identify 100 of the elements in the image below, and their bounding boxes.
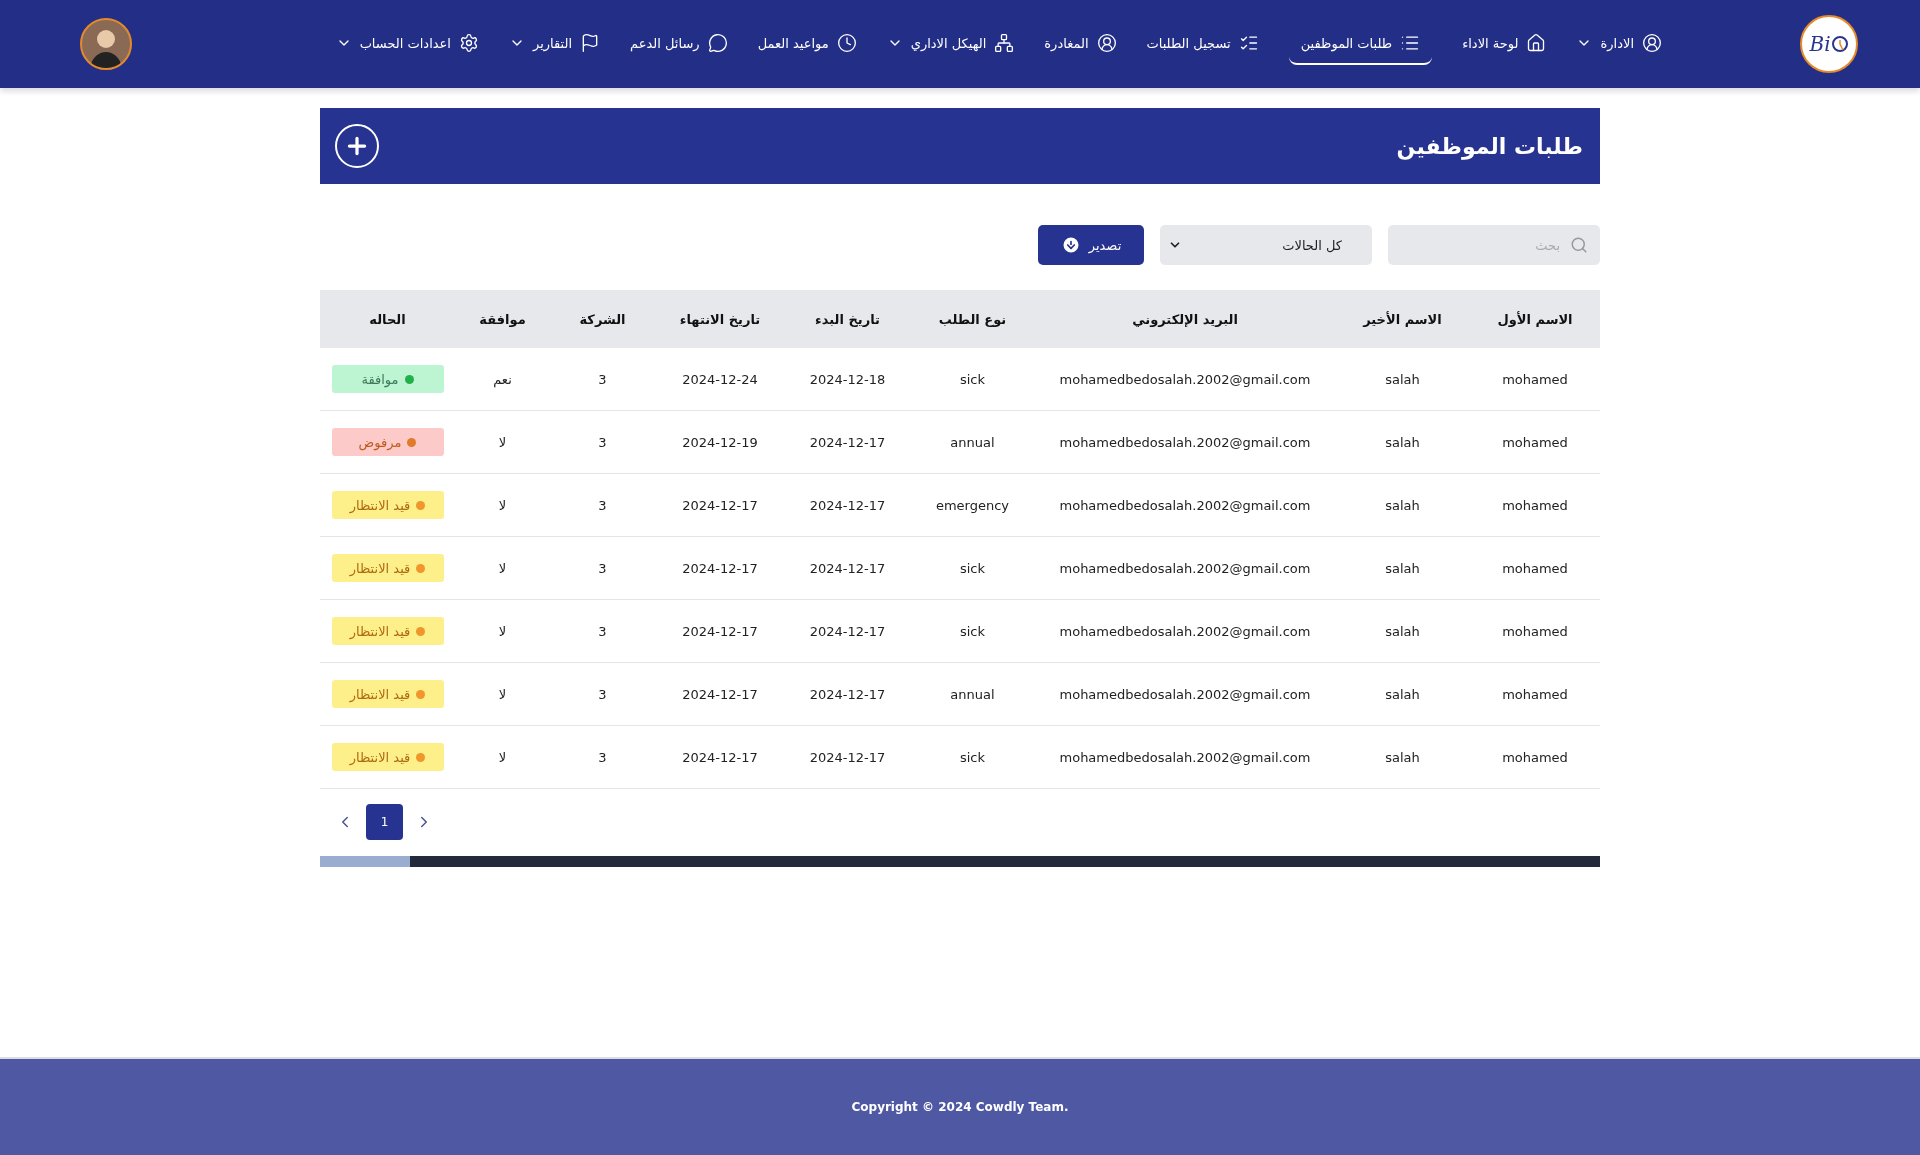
table-cell: salah bbox=[1335, 599, 1470, 663]
table-cell: mohamed bbox=[1470, 662, 1600, 726]
status-badge: مرفوض bbox=[331, 428, 444, 456]
status-badge: موافقة bbox=[331, 365, 444, 393]
table-cell: salah bbox=[1335, 536, 1470, 600]
table-cell: 2024-12-17 bbox=[655, 725, 785, 789]
table-cell: لا bbox=[455, 536, 550, 600]
clock-icon bbox=[1830, 35, 1849, 53]
table-cell: 3 bbox=[550, 410, 655, 474]
user-icon bbox=[1096, 33, 1117, 53]
status-badge: قيد الانتظار bbox=[331, 680, 444, 708]
table-cell: sick bbox=[910, 348, 1035, 411]
search-field[interactable]: بحث bbox=[1388, 225, 1600, 265]
table-cell: mohamedbedosalah.2002@gmail.com bbox=[1035, 599, 1335, 663]
table-cell: 2024-12-17 bbox=[655, 536, 785, 600]
table-cell: لا bbox=[455, 473, 550, 537]
status-badge: قيد الانتظار bbox=[331, 554, 444, 582]
table-cell: annual bbox=[910, 410, 1035, 474]
logo[interactable]: Bi bbox=[1800, 15, 1858, 73]
table-cell: salah bbox=[1335, 410, 1470, 474]
table-cell: 3 bbox=[550, 725, 655, 789]
nav-item[interactable]: تسجيل الطلبات bbox=[1146, 23, 1259, 65]
add-button[interactable] bbox=[335, 124, 379, 168]
user-avatar[interactable] bbox=[80, 18, 132, 70]
table-cell: 2024-12-17 bbox=[655, 473, 785, 537]
status-badge: قيد الانتظار bbox=[331, 743, 444, 771]
table-cell: 2024-12-17 bbox=[785, 410, 910, 474]
table-cell: sick bbox=[910, 536, 1035, 600]
table-cell: 2024-12-17 bbox=[785, 473, 910, 537]
table-cell: 3 bbox=[550, 662, 655, 726]
table-cell: mohamedbedosalah.2002@gmail.com bbox=[1035, 473, 1335, 537]
column-header: تاريخ البدء bbox=[785, 290, 910, 348]
table-cell: mohamedbedosalah.2002@gmail.com bbox=[1035, 348, 1335, 411]
table-cell: mohamedbedosalah.2002@gmail.com bbox=[1035, 662, 1335, 726]
search-icon bbox=[1570, 236, 1588, 254]
table-cell: 2024-12-19 bbox=[655, 410, 785, 474]
table-cell: 2024-12-17 bbox=[785, 536, 910, 600]
nav-item[interactable]: التقارير bbox=[508, 23, 601, 65]
copyright-text: Copyright © 2024 Cowdly Team. bbox=[851, 1100, 1069, 1114]
column-header: الشركة bbox=[550, 290, 655, 348]
scrollbar-thumb[interactable] bbox=[320, 856, 410, 867]
table-cell: لا bbox=[455, 662, 550, 726]
table-cell: لا bbox=[455, 599, 550, 663]
column-header: نوع الطلب bbox=[910, 290, 1035, 348]
download-icon bbox=[1060, 235, 1081, 255]
table-cell: 2024-12-17 bbox=[785, 725, 910, 789]
column-header: موافقة bbox=[455, 290, 550, 348]
table-cell: mohamed bbox=[1470, 536, 1600, 600]
table-cell: mohamedbedosalah.2002@gmail.com bbox=[1035, 410, 1335, 474]
table-cell: نعم bbox=[455, 348, 550, 411]
table-cell: mohamed bbox=[1470, 725, 1600, 789]
hierarchy-icon bbox=[994, 33, 1015, 53]
column-header: الحاله bbox=[320, 290, 455, 348]
table-cell: 2024-12-17 bbox=[785, 599, 910, 663]
table-cell: emergency bbox=[910, 473, 1035, 537]
table-cell: mohamedbedosalah.2002@gmail.com bbox=[1035, 725, 1335, 789]
nav-item[interactable]: طلبات الموظفين bbox=[1288, 23, 1433, 65]
column-header: الاسم الأخير bbox=[1335, 290, 1470, 348]
nav-item[interactable]: مواعيد العمل bbox=[757, 23, 857, 65]
chat-icon bbox=[707, 33, 728, 53]
table-cell: 2024-12-18 bbox=[785, 348, 910, 411]
column-header: البريد الإلكتروني bbox=[1035, 290, 1335, 348]
nav-item[interactable]: اعدادات الحساب bbox=[335, 23, 479, 65]
page-button[interactable]: 1 bbox=[366, 804, 403, 840]
checklist-icon bbox=[1238, 33, 1259, 53]
nav-item[interactable]: لوحة الاداء bbox=[1462, 23, 1547, 65]
clock-icon bbox=[836, 33, 857, 53]
table-cell: sick bbox=[910, 599, 1035, 663]
status-dropdown[interactable]: كل الحالات bbox=[1160, 225, 1372, 265]
table-cell: salah bbox=[1335, 662, 1470, 726]
nav-item[interactable]: رسائل الدعم bbox=[630, 23, 728, 65]
nav-item[interactable]: الهيكل الاداري bbox=[886, 23, 1015, 65]
nav-item[interactable]: المغادرة bbox=[1044, 23, 1117, 65]
user-icon bbox=[1642, 33, 1662, 53]
table-cell: لا bbox=[455, 725, 550, 789]
nav-item[interactable]: الادارة bbox=[1576, 23, 1662, 65]
table-cell: annual bbox=[910, 662, 1035, 726]
table-cell: 3 bbox=[550, 536, 655, 600]
settings-icon bbox=[458, 33, 479, 53]
home-icon bbox=[1526, 33, 1547, 53]
table-cell: salah bbox=[1335, 473, 1470, 537]
table-cell: mohamed bbox=[1470, 473, 1600, 537]
table-cell: salah bbox=[1335, 725, 1470, 789]
table-cell: 2024-12-17 bbox=[655, 662, 785, 726]
horizontal-scrollbar[interactable] bbox=[320, 856, 1600, 867]
export-button[interactable]: تصدير bbox=[1038, 225, 1144, 265]
table-cell: mohamed bbox=[1470, 599, 1600, 663]
status-badge: قيد الانتظار bbox=[331, 617, 444, 645]
table-cell: 2024-12-24 bbox=[655, 348, 785, 411]
table-cell: 3 bbox=[550, 599, 655, 663]
status-badge: قيد الانتظار bbox=[331, 491, 444, 519]
table-cell: sick bbox=[910, 725, 1035, 789]
table-cell: 2024-12-17 bbox=[655, 599, 785, 663]
table-cell: mohamed bbox=[1470, 348, 1600, 411]
table-cell: لا bbox=[455, 410, 550, 474]
table-cell: 2024-12-17 bbox=[785, 662, 910, 726]
page-title: طلبات الموظفين bbox=[1396, 133, 1583, 159]
table-cell: 3 bbox=[550, 473, 655, 537]
table-cell: mohamed bbox=[1470, 410, 1600, 474]
table-cell: mohamedbedosalah.2002@gmail.com bbox=[1035, 536, 1335, 600]
